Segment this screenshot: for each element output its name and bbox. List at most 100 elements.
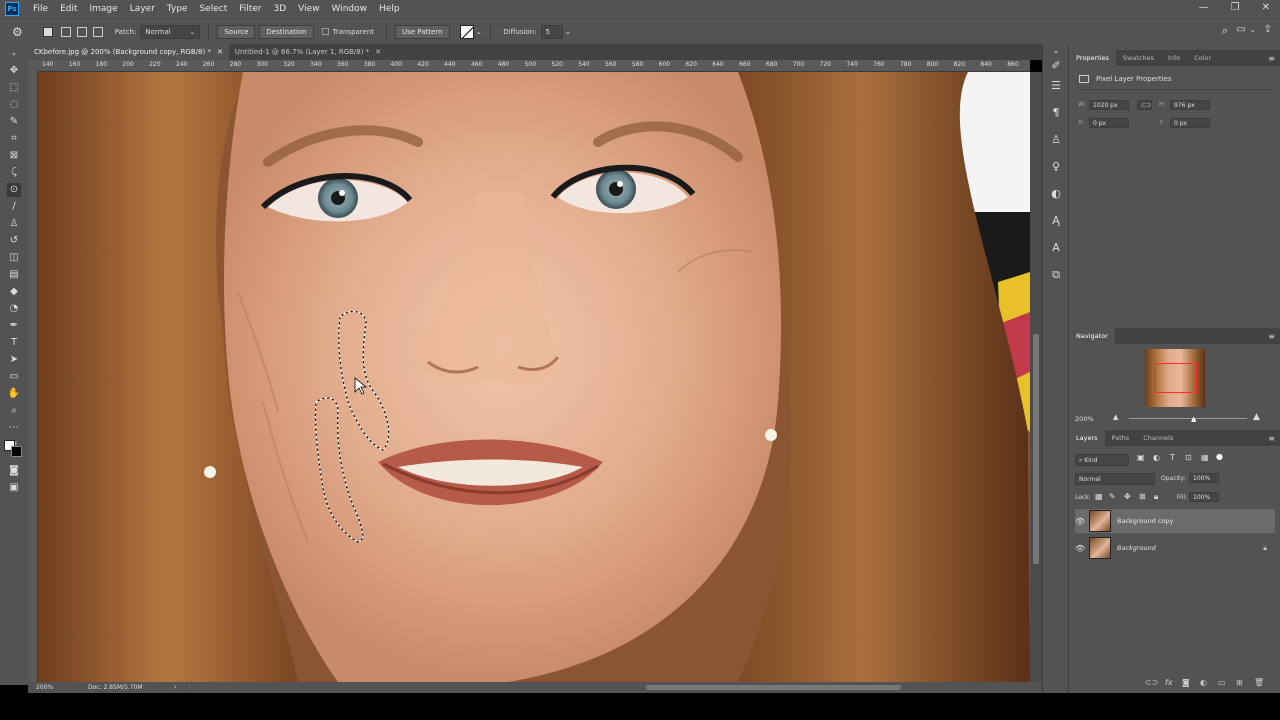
clone-source-icon[interactable]: ♙ bbox=[1049, 133, 1063, 147]
scroll-left-icon[interactable]: ‹ bbox=[188, 683, 191, 691]
zoom-level[interactable]: 200% bbox=[36, 684, 53, 691]
navigator-zoom[interactable]: 200% bbox=[1075, 415, 1094, 423]
visibility-eye-icon[interactable]: 👁︎ bbox=[1075, 544, 1085, 553]
zoom-in-icon[interactable]: ▲ bbox=[1253, 412, 1260, 422]
brush-tool-icon[interactable]: ∕ bbox=[7, 200, 21, 214]
close-icon[interactable]: ✕ bbox=[217, 48, 223, 56]
lock-artboard-icon[interactable]: ⊠ bbox=[1139, 492, 1146, 501]
opacity-field[interactable]: 100% bbox=[1189, 473, 1219, 483]
tab-properties[interactable]: Properties bbox=[1069, 50, 1116, 66]
crop-tool-icon[interactable]: ⌗ bbox=[7, 132, 21, 146]
tab-paths[interactable]: Paths bbox=[1105, 430, 1137, 446]
diffusion-field[interactable]: 5 bbox=[540, 24, 563, 39]
selection-intersect-icon[interactable] bbox=[92, 26, 103, 37]
menu-view[interactable]: View bbox=[292, 4, 325, 14]
link-layers-icon[interactable]: ⊂⊃ bbox=[1145, 678, 1158, 687]
tab-untitled-1[interactable]: Untitled-1 @ 66.7% (Layer 1, RGB/8) * ✕ bbox=[229, 44, 387, 60]
width-field[interactable]: 1020 px bbox=[1089, 100, 1129, 110]
layer-name[interactable]: Background bbox=[1117, 544, 1156, 552]
eraser-tool-icon[interactable]: ◫ bbox=[7, 251, 21, 265]
add-mask-icon[interactable]: ◙ bbox=[1182, 678, 1190, 687]
patch-tool-preset-icon[interactable]: ⚙ bbox=[12, 25, 23, 39]
filter-smart-object-icon[interactable]: ▦ bbox=[1201, 453, 1209, 462]
selection-add-icon[interactable] bbox=[60, 26, 71, 37]
pen-tool-icon[interactable]: ✒ bbox=[7, 319, 21, 333]
share-icon[interactable]: ⇪ bbox=[1264, 24, 1272, 35]
more-tools-icon[interactable]: ⋯ bbox=[7, 421, 21, 435]
menu-type[interactable]: Type bbox=[161, 4, 194, 14]
search-icon[interactable]: ⌕ bbox=[1222, 24, 1228, 38]
layer-row-background-copy[interactable]: 👁︎ Background copy bbox=[1075, 509, 1275, 533]
tab-navigator[interactable]: Navigator bbox=[1069, 328, 1115, 344]
zoom-slider-handle[interactable]: ▲ bbox=[1191, 415, 1196, 423]
selection-new-icon[interactable] bbox=[42, 26, 53, 37]
glyphs-icon[interactable]: Ą bbox=[1049, 214, 1063, 228]
tab-layers[interactable]: Layers bbox=[1069, 430, 1105, 446]
source-button[interactable]: Source bbox=[217, 24, 256, 39]
filter-type-icon[interactable]: T bbox=[1170, 453, 1175, 462]
adjustments-icon[interactable]: ☰ bbox=[1049, 79, 1063, 93]
vertical-scroll-thumb[interactable] bbox=[1033, 334, 1039, 564]
horizontal-scroll-thumb[interactable] bbox=[646, 685, 901, 690]
lightbulb-icon[interactable]: ♀ bbox=[1049, 160, 1063, 174]
eyedropper-tool-icon[interactable]: ⤹ bbox=[7, 166, 21, 180]
history-brush-tool-icon[interactable]: ↺ bbox=[7, 234, 21, 248]
toolbar-collapse-icon[interactable]: » bbox=[7, 48, 21, 62]
chevron-down-icon[interactable]: ⌄ bbox=[1249, 25, 1256, 34]
workspace-icon[interactable]: ▭ bbox=[1237, 24, 1246, 35]
tab-swatches[interactable]: Swatches bbox=[1116, 50, 1161, 66]
menu-layer[interactable]: Layer bbox=[124, 4, 161, 14]
filter-shape-icon[interactable]: ⊡ bbox=[1185, 453, 1192, 462]
x-field[interactable]: 0 px bbox=[1089, 118, 1129, 128]
move-tool-icon[interactable]: ✥ bbox=[7, 64, 21, 78]
gradient-tool-icon[interactable]: ▤ bbox=[7, 268, 21, 282]
zoom-tool-icon[interactable]: ⌕ bbox=[7, 404, 21, 418]
close-button[interactable]: ✕ bbox=[1262, 2, 1270, 13]
selection-subtract-icon[interactable] bbox=[76, 26, 87, 37]
transparent-checkbox[interactable] bbox=[321, 28, 329, 35]
blur-tool-icon[interactable]: ◆ bbox=[7, 285, 21, 299]
vertical-scrollbar[interactable] bbox=[1030, 72, 1042, 682]
lock-transparent-icon[interactable]: ▦ bbox=[1095, 492, 1103, 501]
dodge-tool-icon[interactable]: ◔ bbox=[7, 302, 21, 316]
horizontal-scrollbar[interactable] bbox=[196, 682, 1026, 693]
collapse-icon[interactable]: « bbox=[1049, 46, 1063, 60]
filter-pixel-icon[interactable]: ▣ bbox=[1137, 453, 1145, 462]
actions-icon[interactable]: ⧉ bbox=[1049, 268, 1063, 282]
menu-image[interactable]: Image bbox=[84, 4, 124, 14]
clone-stamp-tool-icon[interactable]: ♙ bbox=[7, 217, 21, 231]
new-group-icon[interactable]: ▭ bbox=[1218, 678, 1226, 687]
layer-filter-kind[interactable]: ⌕ Kind bbox=[1075, 454, 1129, 466]
status-menu-icon[interactable]: › bbox=[174, 683, 177, 691]
character-icon[interactable]: A bbox=[1049, 241, 1063, 255]
panel-menu-icon[interactable]: ≡ bbox=[1268, 332, 1275, 341]
filter-toggle-icon[interactable]: ● bbox=[1216, 452, 1223, 461]
restore-button[interactable]: ❐ bbox=[1231, 2, 1240, 13]
chevron-down-icon[interactable]: ⌄ bbox=[476, 27, 483, 36]
tab-info[interactable]: Info bbox=[1161, 50, 1187, 66]
fx-icon[interactable]: fx bbox=[1165, 678, 1173, 687]
y-field[interactable]: 0 px bbox=[1170, 118, 1210, 128]
tab-color[interactable]: Color bbox=[1187, 50, 1218, 66]
new-adjustment-icon[interactable]: ◐ bbox=[1200, 678, 1207, 687]
quick-select-tool-icon[interactable]: ✎ bbox=[7, 115, 21, 129]
screen-mode-icon[interactable]: ▣ bbox=[7, 481, 21, 495]
layer-row-background[interactable]: 👁︎ Background 🔒︎ bbox=[1075, 536, 1275, 560]
hand-tool-icon[interactable]: ✋ bbox=[7, 387, 21, 401]
menu-window[interactable]: Window bbox=[326, 4, 374, 14]
type-tool-icon[interactable]: T bbox=[7, 336, 21, 350]
panel-menu-icon[interactable]: ≡ bbox=[1268, 54, 1275, 63]
close-icon[interactable]: ✕ bbox=[375, 48, 381, 56]
path-selection-tool-icon[interactable]: ➤ bbox=[7, 353, 21, 367]
paragraph-icon[interactable]: ¶ bbox=[1049, 106, 1063, 120]
navigator-view-box[interactable] bbox=[1155, 363, 1197, 393]
height-field[interactable]: 976 px bbox=[1170, 100, 1210, 110]
marquee-tool-icon[interactable]: ⬚ bbox=[7, 81, 21, 95]
frame-tool-icon[interactable]: ⊠ bbox=[7, 149, 21, 163]
layer-name[interactable]: Background copy bbox=[1117, 517, 1173, 525]
styles-icon[interactable]: ◐ bbox=[1049, 187, 1063, 201]
pattern-swatch[interactable] bbox=[459, 24, 474, 39]
navigator-thumbnail[interactable] bbox=[1145, 349, 1205, 407]
menu-file[interactable]: File bbox=[27, 4, 54, 14]
new-layer-icon[interactable]: ⊞ bbox=[1236, 678, 1243, 687]
